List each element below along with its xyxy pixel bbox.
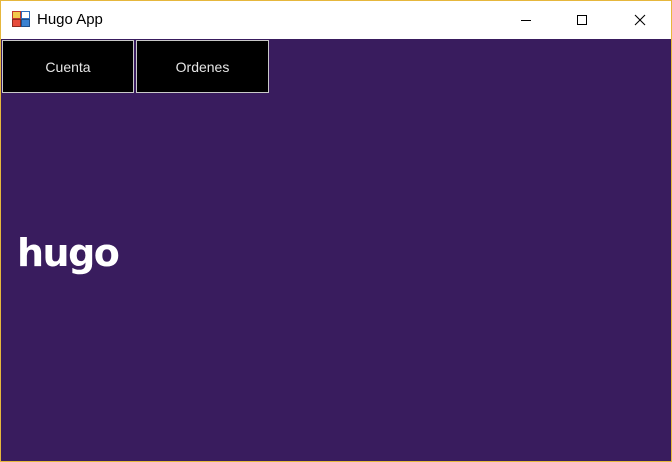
app-window: Hugo App Cuenta Ordenes hugo: [0, 0, 672, 462]
hugo-logo-text: hugo: [17, 231, 119, 275]
close-icon: [634, 14, 646, 26]
maximize-button[interactable]: [559, 1, 605, 39]
close-button[interactable]: [617, 1, 663, 39]
hugo-logo: hugo: [17, 231, 127, 275]
minimize-button[interactable]: [503, 1, 549, 39]
title-bar[interactable]: Hugo App: [1, 1, 671, 39]
maximize-icon: [576, 14, 588, 26]
window-title: Hugo App: [37, 11, 103, 28]
ordenes-button[interactable]: Ordenes: [136, 40, 269, 93]
app-window-icon: [12, 11, 30, 27]
cuenta-button[interactable]: Cuenta: [2, 40, 134, 93]
minimize-icon: [520, 14, 532, 26]
